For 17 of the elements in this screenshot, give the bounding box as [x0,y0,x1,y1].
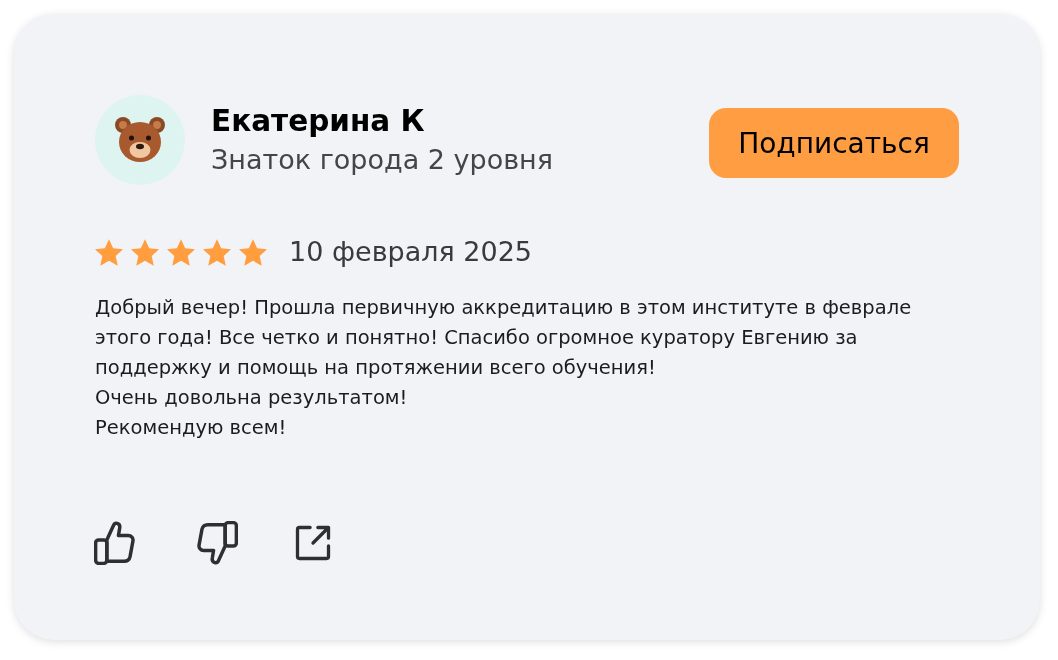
author-status: Знаток города 2 уровня [211,143,553,177]
star-icon [239,238,267,266]
thumbs-down-icon [194,521,238,565]
share-icon [294,524,332,562]
like-button[interactable] [94,521,138,565]
bear-avatar-icon [95,95,185,185]
star-icon [131,238,159,266]
star-icon [203,238,231,266]
review-text: Добрый вечер! Прошла первичную аккредитацию в этом институте в феврале этого года! Все четко и понятно! Спасибо огромное куратору Евгению за поддержку и помощь на протяжении всего обучения! Очень довольна результатом! Рекомендую всем! [95,295,913,441]
star-icon [95,238,123,266]
star-icon [167,238,195,266]
dislike-button[interactable] [194,521,238,565]
share-button[interactable] [294,524,332,562]
thumbs-up-icon [94,521,138,565]
review-date: 10 февраля 2025 [289,235,533,269]
author-name: Екатерина К [211,103,425,140]
subscribe-button[interactable]: Подписаться [709,108,959,178]
